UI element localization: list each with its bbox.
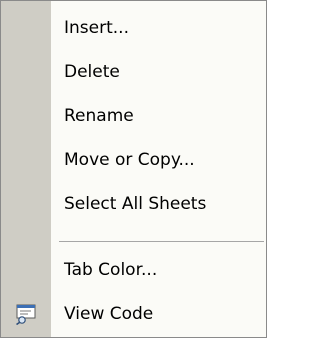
menu-item-label: Delete	[64, 62, 120, 82]
menu-item-insert[interactable]: Insert...	[1, 9, 266, 47]
menu-item-label: View Code	[64, 304, 154, 324]
sheet-tab-context-menu: Insert... Delete Rename Move or Copy... …	[0, 0, 267, 338]
menu-item-delete[interactable]: Delete	[1, 53, 266, 91]
menu-item-tab-color[interactable]: Tab Color...	[1, 251, 266, 289]
menu-item-label: Tab Color...	[64, 260, 158, 280]
view-code-icon	[14, 303, 38, 326]
menu-item-label: Select All Sheets	[64, 194, 207, 214]
menu-item-select-all-sheets[interactable]: Select All Sheets	[1, 185, 266, 223]
menu-item-move-or-copy[interactable]: Move or Copy...	[1, 141, 266, 179]
menu-separator	[59, 241, 264, 242]
menu-item-label: Insert...	[64, 18, 129, 38]
menu-item-label: Rename	[64, 106, 134, 126]
menu-item-view-code[interactable]: View Code	[1, 295, 266, 333]
menu-item-rename[interactable]: Rename	[1, 97, 266, 135]
menu-item-label: Move or Copy...	[64, 150, 195, 170]
